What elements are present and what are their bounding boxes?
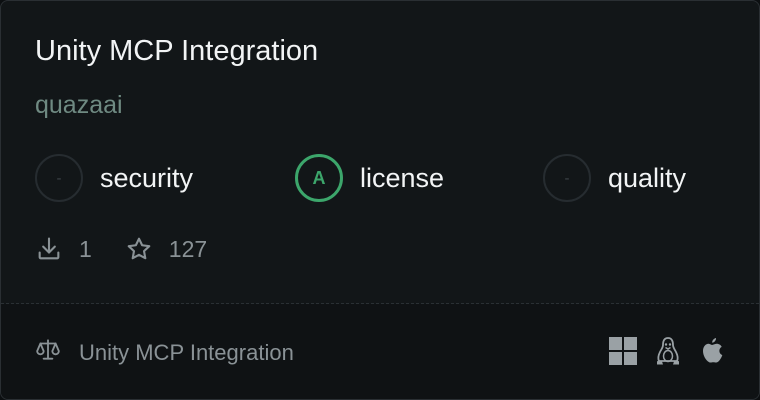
apple-icon bbox=[699, 336, 725, 366]
stars-stat: 127 bbox=[125, 235, 207, 263]
quality-score: - quality bbox=[543, 154, 686, 202]
downloads-count: 1 bbox=[79, 235, 92, 262]
license-score: A license bbox=[295, 154, 444, 202]
quality-label: quality bbox=[608, 162, 687, 193]
star-icon bbox=[125, 235, 153, 263]
license-label: license bbox=[360, 162, 445, 193]
quality-grade-circle: - bbox=[543, 154, 591, 202]
platform-icons bbox=[609, 336, 725, 366]
security-label: security bbox=[100, 162, 194, 193]
stats-row: 1 127 bbox=[35, 233, 207, 265]
stars-count: 127 bbox=[168, 235, 208, 262]
card-footer: Unity MCP Integration bbox=[1, 304, 759, 399]
security-score: - security bbox=[35, 154, 193, 202]
card-title[interactable]: Unity MCP Integration bbox=[35, 35, 318, 68]
download-icon bbox=[35, 235, 63, 263]
footer-name: Unity MCP Integration bbox=[79, 340, 294, 365]
author-name[interactable]: quazaai bbox=[35, 91, 123, 120]
scale-icon bbox=[35, 337, 61, 369]
linux-icon bbox=[655, 336, 681, 366]
license-grade-circle: A bbox=[295, 154, 343, 202]
windows-icon bbox=[609, 337, 637, 365]
downloads-stat: 1 bbox=[35, 235, 92, 263]
server-card[interactable]: Unity MCP Integration quazaai - security… bbox=[0, 0, 760, 400]
footer-license: Unity MCP Integration bbox=[35, 337, 294, 369]
security-grade-circle: - bbox=[35, 154, 83, 202]
